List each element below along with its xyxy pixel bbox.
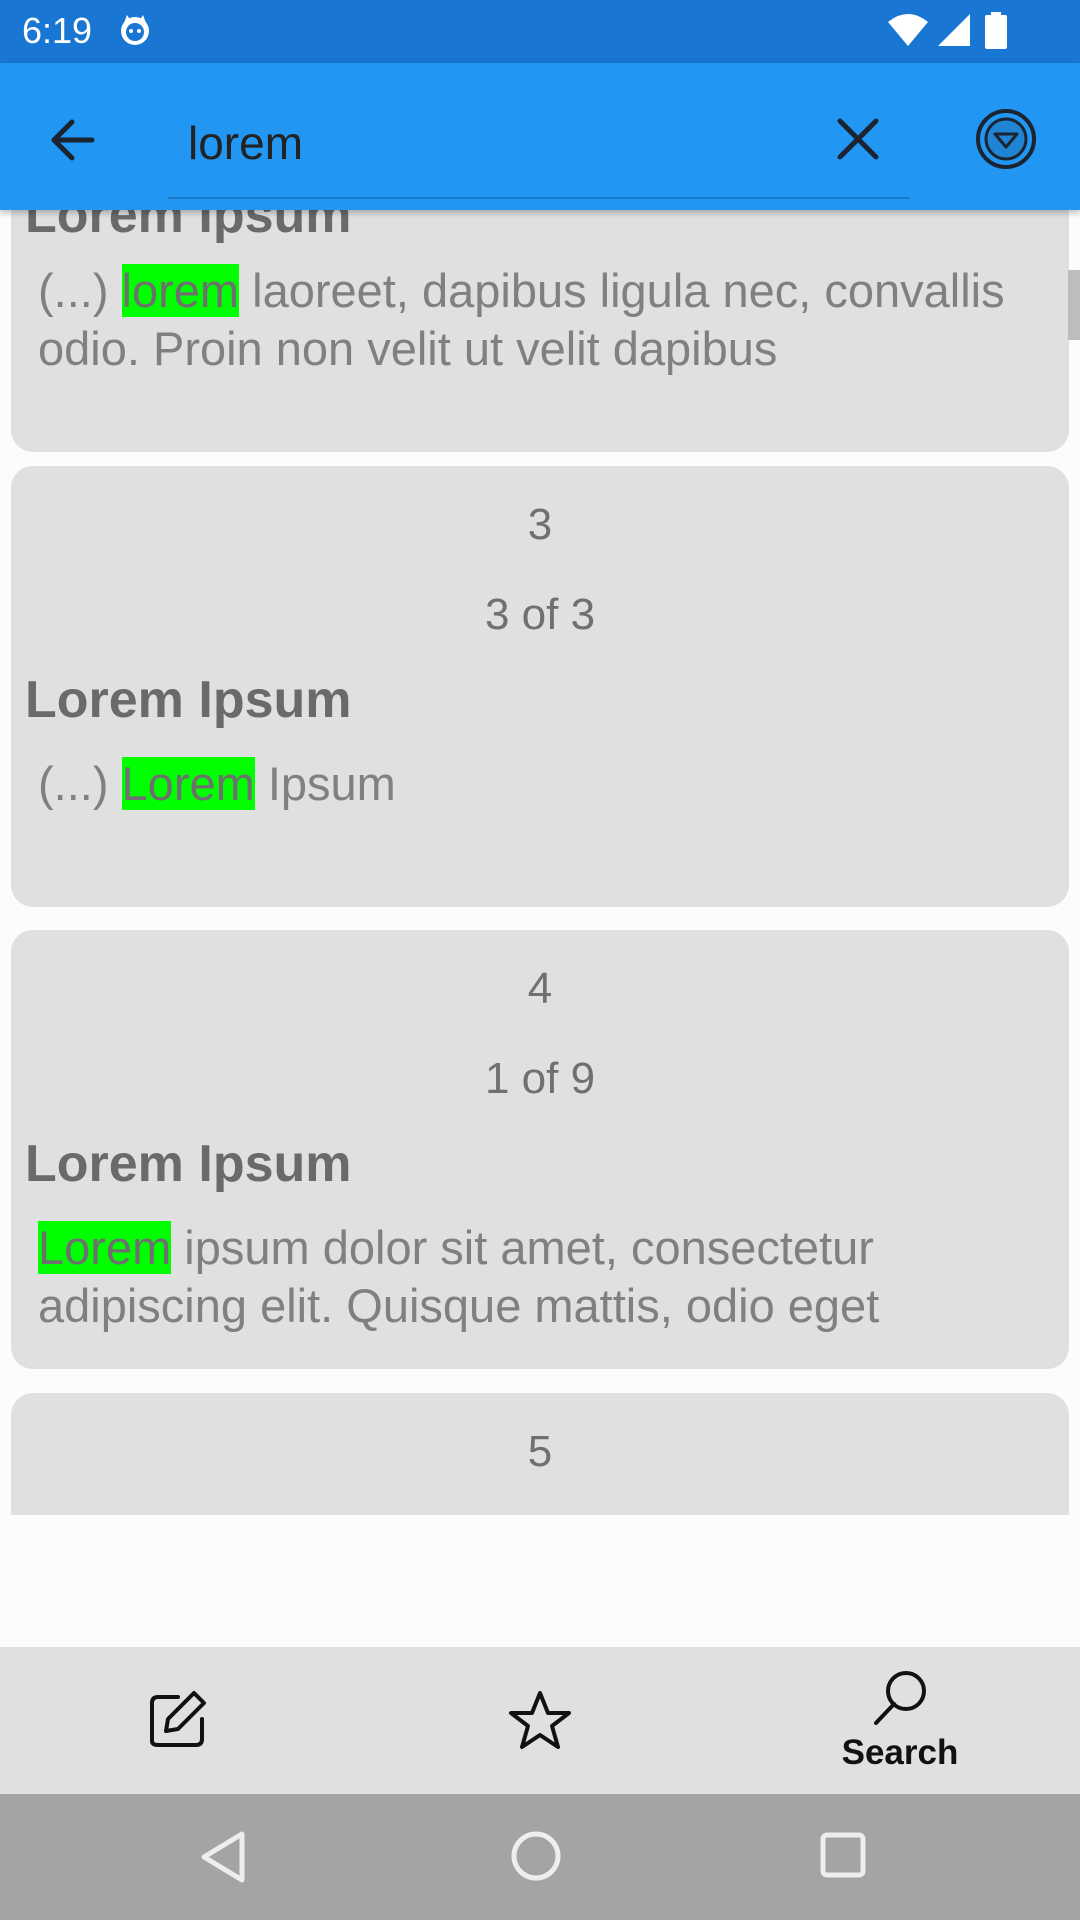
result-card[interactable]: 5 — [11, 1393, 1069, 1515]
app-bar — [0, 63, 1080, 210]
nav-item-edit[interactable] — [0, 1647, 360, 1794]
scrollbar-thumb[interactable] — [1068, 270, 1080, 340]
search-field[interactable] — [168, 93, 910, 199]
result-card[interactable]: 3 3 of 3 Lorem Ipsum (...) Lorem Ipsum — [11, 466, 1069, 907]
cat-notification-icon — [121, 15, 149, 45]
result-title: Lorem Ipsum — [25, 210, 352, 244]
system-back-icon[interactable] — [198, 1830, 248, 1884]
result-snippet: (...) lorem laoreet, dapibus ligula nec,… — [38, 264, 1005, 375]
star-icon — [509, 1691, 571, 1749]
nav-item-favorites[interactable] — [360, 1647, 720, 1794]
result-title: Lorem Ipsum — [25, 671, 352, 729]
edit-icon — [150, 1691, 206, 1747]
search-highlight: Lorem — [121, 757, 255, 810]
result-card[interactable]: 4 1 of 9 Lorem Ipsum Lorem ipsum dolor s… — [11, 930, 1069, 1369]
status-time: 6:19 — [22, 10, 93, 51]
result-match-count: 3 of 3 — [484, 590, 596, 639]
system-recents-icon[interactable] — [818, 1830, 868, 1880]
search-highlight: Lorem — [38, 1221, 172, 1274]
system-home-icon[interactable] — [508, 1828, 564, 1884]
nav-label-search: Search — [841, 1733, 959, 1772]
wifi-icon — [888, 14, 928, 46]
status-bar: 6:19 — [0, 0, 1080, 63]
result-number: 4 — [527, 964, 553, 1013]
back-arrow-icon[interactable] — [40, 110, 110, 170]
nav-item-search[interactable]: Search — [720, 1647, 1080, 1794]
results-list[interactable]: Lorem Ipsum (...) lorem laoreet, dapibus… — [0, 210, 1080, 1515]
signal-icon — [938, 14, 970, 46]
filter-dropdown-icon[interactable] — [972, 105, 1040, 173]
result-snippet: (...) Lorem Ipsum — [38, 757, 396, 810]
bottom-navigation: Search — [0, 1647, 1080, 1794]
result-title: Lorem Ipsum — [25, 1135, 352, 1193]
result-number: 3 — [527, 500, 553, 549]
clear-icon[interactable] — [826, 107, 890, 171]
result-match-count: 1 of 9 — [484, 1054, 596, 1103]
search-highlight: lorem — [121, 264, 240, 317]
search-input[interactable] — [188, 113, 748, 173]
result-number: 5 — [527, 1427, 553, 1476]
result-card[interactable]: Lorem Ipsum (...) lorem laoreet, dapibus… — [11, 210, 1069, 452]
system-navigation-bar — [0, 1794, 1080, 1920]
result-snippet: Lorem ipsum dolor sit amet, consectetur … — [38, 1221, 880, 1332]
search-icon — [874, 1671, 926, 1725]
battery-icon — [985, 12, 1007, 49]
